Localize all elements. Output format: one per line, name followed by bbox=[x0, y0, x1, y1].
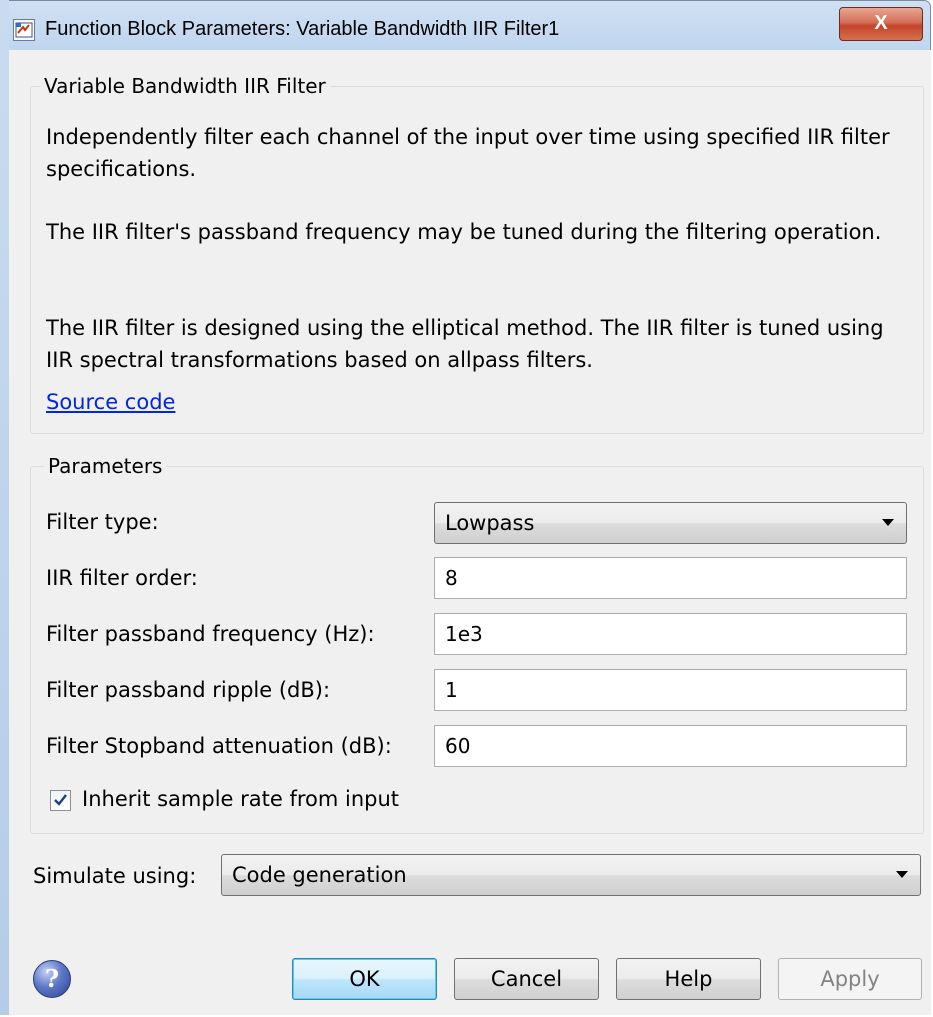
description-paragraph-3: The IIR filter is designed using the ell… bbox=[46, 316, 884, 372]
simulate-using-dropdown[interactable]: Code generation bbox=[221, 854, 921, 896]
window-frame-left bbox=[0, 0, 9, 1015]
filter-order-label: IIR filter order: bbox=[46, 566, 198, 590]
checkmark-icon bbox=[54, 794, 67, 806]
ok-button[interactable]: OK bbox=[292, 958, 437, 1000]
filter-type-dropdown[interactable]: Lowpass bbox=[434, 502, 907, 544]
passband-frequency-field[interactable]: 1e3 bbox=[434, 613, 907, 655]
description-group-legend: Variable Bandwidth IIR Filter bbox=[40, 74, 330, 98]
passband-ripple-label: Filter passband ripple (dB): bbox=[46, 678, 331, 702]
window-title: Function Block Parameters: Variable Band… bbox=[45, 18, 560, 40]
simulate-using-value: Code generation bbox=[232, 863, 407, 887]
filter-type-value: Lowpass bbox=[445, 511, 535, 535]
chevron-down-icon bbox=[882, 519, 894, 526]
close-button[interactable]: X bbox=[839, 7, 923, 41]
inherit-sample-rate-checkbox[interactable] bbox=[50, 790, 71, 811]
source-code-link[interactable]: Source code bbox=[46, 390, 175, 414]
apply-button[interactable]: Apply bbox=[778, 958, 922, 1000]
passband-ripple-field[interactable]: 1 bbox=[434, 669, 907, 711]
stopband-attenuation-label: Filter Stopband attenuation (dB): bbox=[46, 734, 392, 758]
chevron-down-icon bbox=[896, 871, 908, 878]
simulink-block-icon bbox=[13, 19, 35, 41]
description-paragraph-2: The IIR filter's passband frequency may … bbox=[46, 220, 882, 244]
help-button[interactable]: Help bbox=[616, 958, 761, 1000]
parameters-group-legend: Parameters bbox=[44, 454, 167, 478]
passband-frequency-label: Filter passband frequency (Hz): bbox=[46, 622, 375, 646]
filter-order-field[interactable]: 8 bbox=[434, 557, 907, 599]
help-question-icon[interactable]: ? bbox=[33, 960, 71, 998]
inherit-sample-rate-label[interactable]: Inherit sample rate from input bbox=[82, 787, 399, 811]
simulate-using-label: Simulate using: bbox=[33, 864, 197, 888]
stopband-attenuation-field[interactable]: 60 bbox=[434, 725, 907, 767]
cancel-button[interactable]: Cancel bbox=[454, 958, 599, 1000]
filter-type-label: Filter type: bbox=[46, 510, 159, 534]
description-paragraph-1: Independently filter each channel of the… bbox=[46, 125, 890, 181]
